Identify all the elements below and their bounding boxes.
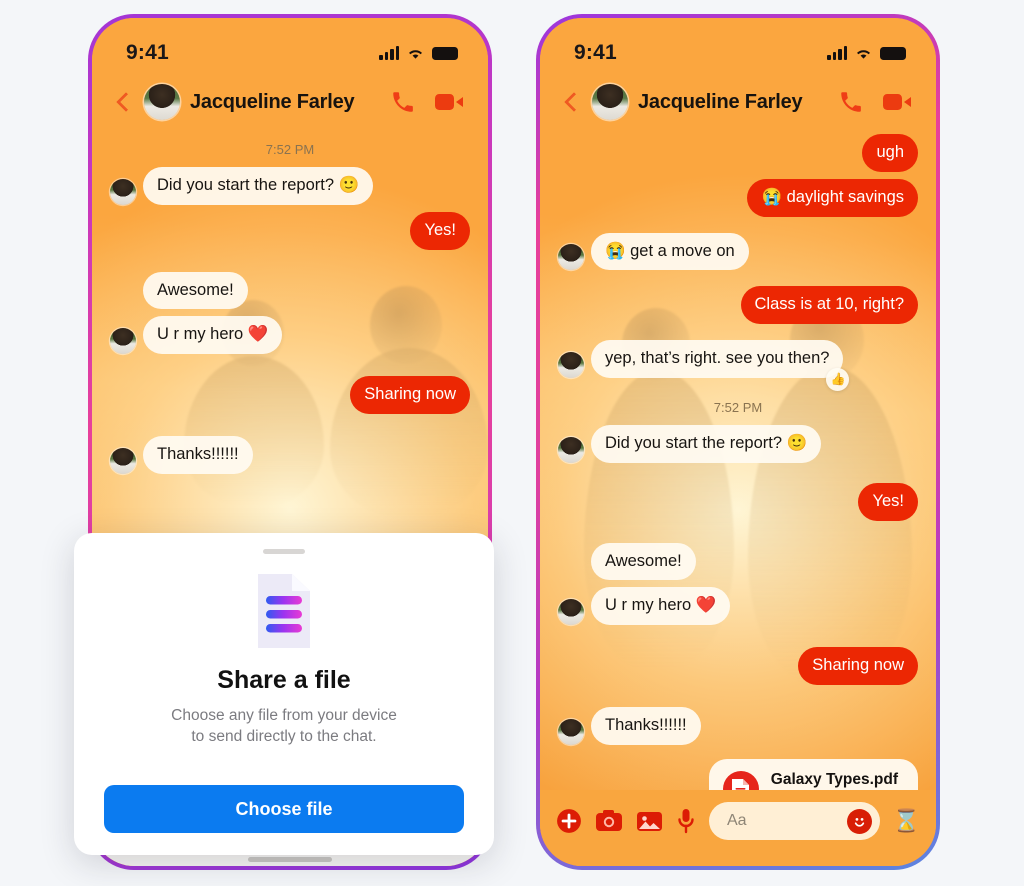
hourglass-icon[interactable]: ⌛ xyxy=(893,810,920,832)
contact-avatar[interactable] xyxy=(144,84,180,120)
message-row: Awesome! xyxy=(558,542,918,581)
home-indicator xyxy=(248,857,332,862)
wifi-icon xyxy=(857,49,870,59)
message-row: 😭 get a move on xyxy=(558,232,918,271)
phone-right: 9:41 Jacqueline Farley ugh 😭 daylight sa… xyxy=(536,14,940,870)
screenshot-stage: 9:41 Jacqueline Farley 7:52 PM Did you s… xyxy=(0,0,1024,886)
sender-avatar xyxy=(110,178,136,205)
thumbs-up-reaction[interactable]: 👍 xyxy=(826,367,850,391)
message-bubble[interactable]: Did you start the report? 🙂 xyxy=(591,424,822,463)
conversation-timestamp: 7:52 PM xyxy=(265,142,315,157)
message-row: Sharing now xyxy=(110,376,470,414)
phone-right-screen: 9:41 Jacqueline Farley ugh 😭 daylight sa… xyxy=(540,18,936,866)
message-row: Sharing now xyxy=(558,647,918,685)
message-bubble[interactable]: Thanks!!!!!! xyxy=(591,706,701,745)
sender-avatar xyxy=(558,244,584,271)
wifi-icon xyxy=(409,49,422,59)
sender-avatar xyxy=(110,447,136,474)
status-clock: 9:41 xyxy=(574,41,617,64)
message-composer: Aa ⌛ xyxy=(540,790,936,866)
message-bubble[interactable]: yep, that’s right. see you then? 👍 xyxy=(591,340,850,391)
photo-gallery-icon[interactable] xyxy=(636,809,663,833)
message-input[interactable]: Aa xyxy=(709,802,880,840)
camera-icon[interactable] xyxy=(595,809,623,833)
chat-header: Jacqueline Farley xyxy=(540,74,936,134)
sheet-title: Share a file xyxy=(217,666,351,694)
phone-call-icon[interactable] xyxy=(390,89,416,115)
message-bubble[interactable]: 😭 get a move on xyxy=(591,232,749,271)
message-bubble[interactable]: Yes! xyxy=(410,211,470,250)
message-bubble[interactable]: ugh xyxy=(862,134,918,172)
message-bubble[interactable]: 😭 daylight savings xyxy=(747,178,918,217)
message-row: 😭 daylight savings xyxy=(558,178,918,217)
message-bubble[interactable]: U r my hero ❤️ xyxy=(143,316,283,355)
status-icons xyxy=(379,46,458,60)
status-bar: 9:41 xyxy=(540,18,936,74)
message-input-placeholder: Aa xyxy=(727,812,747,829)
plus-circle-icon[interactable] xyxy=(556,808,582,834)
message-list: ugh 😭 daylight savings 😭 get a move on C… xyxy=(540,134,936,844)
choose-file-button[interactable]: Choose file xyxy=(104,785,464,833)
sender-avatar xyxy=(558,351,584,378)
back-chevron-icon[interactable] xyxy=(560,91,582,113)
battery-icon xyxy=(432,46,458,60)
sender-avatar xyxy=(558,599,584,626)
back-chevron-icon[interactable] xyxy=(112,91,134,113)
message-row: Class is at 10, right? xyxy=(558,286,918,325)
sheet-subtitle-line2: to send directly to the chat. xyxy=(191,728,377,746)
microphone-icon[interactable] xyxy=(676,808,696,834)
status-icons xyxy=(827,46,906,60)
file-name: Galaxy Types.pdf xyxy=(770,771,898,789)
status-clock: 9:41 xyxy=(126,41,169,64)
message-list: 7:52 PM Did you start the report? 🙂 Yes!… xyxy=(92,134,488,474)
message-bubble[interactable]: Did you start the report? 🙂 xyxy=(143,167,374,205)
message-bubble[interactable]: Class is at 10, right? xyxy=(740,286,918,325)
message-bubble[interactable]: Thanks!!!!!! xyxy=(143,435,253,474)
message-row: Awesome! xyxy=(110,271,470,310)
contact-name: Jacqueline Farley xyxy=(190,90,355,113)
message-row: ugh xyxy=(558,134,918,172)
contact-avatar[interactable] xyxy=(592,84,628,120)
conversation-timestamp: 7:52 PM xyxy=(713,399,763,415)
sheet-subtitle: Choose any file from your device to send… xyxy=(171,705,397,748)
message-text: yep, that’s right. see you then? xyxy=(605,349,830,368)
message-bubble[interactable]: Awesome! xyxy=(591,542,696,581)
sheet-grabber[interactable] xyxy=(263,549,305,554)
video-call-icon[interactable] xyxy=(434,91,464,113)
chat-header-actions xyxy=(838,89,912,115)
message-bubble[interactable]: U r my hero ❤️ xyxy=(591,587,731,626)
file-document-icon xyxy=(253,572,315,650)
message-row: Yes! xyxy=(558,482,918,521)
chat-header: Jacqueline Farley xyxy=(92,74,488,134)
video-call-icon[interactable] xyxy=(882,91,912,113)
sender-avatar xyxy=(558,436,584,463)
cellular-bars-icon xyxy=(827,46,847,60)
share-file-sheet: Share a file Choose any file from your d… xyxy=(74,533,494,855)
message-bubble[interactable]: Yes! xyxy=(858,482,918,521)
message-row: Thanks!!!!!! xyxy=(110,435,470,474)
message-bubble[interactable]: Sharing now xyxy=(798,647,918,685)
message-row: U r my hero ❤️ xyxy=(558,587,918,626)
message-row: Did you start the report? 🙂 xyxy=(110,167,470,205)
status-bar: 9:41 xyxy=(92,18,488,74)
chat-header-actions xyxy=(390,89,464,115)
sheet-subtitle-line1: Choose any file from your device xyxy=(171,707,397,724)
message-bubble[interactable]: Awesome! xyxy=(143,271,248,310)
cellular-bars-icon xyxy=(379,46,399,60)
sender-avatar xyxy=(110,328,136,355)
message-row: Thanks!!!!!! xyxy=(558,706,918,745)
message-bubble[interactable]: Sharing now xyxy=(350,376,470,414)
message-row: Did you start the report? 🙂 xyxy=(558,424,918,463)
message-row: yep, that’s right. see you then? 👍 xyxy=(558,340,918,391)
battery-icon xyxy=(880,46,906,60)
message-row: Yes! xyxy=(110,211,470,250)
message-row: U r my hero ❤️ xyxy=(110,316,470,355)
contact-name: Jacqueline Farley xyxy=(638,90,803,113)
phone-call-icon[interactable] xyxy=(838,89,864,115)
sender-avatar xyxy=(558,718,584,745)
smiley-icon[interactable] xyxy=(846,808,872,834)
